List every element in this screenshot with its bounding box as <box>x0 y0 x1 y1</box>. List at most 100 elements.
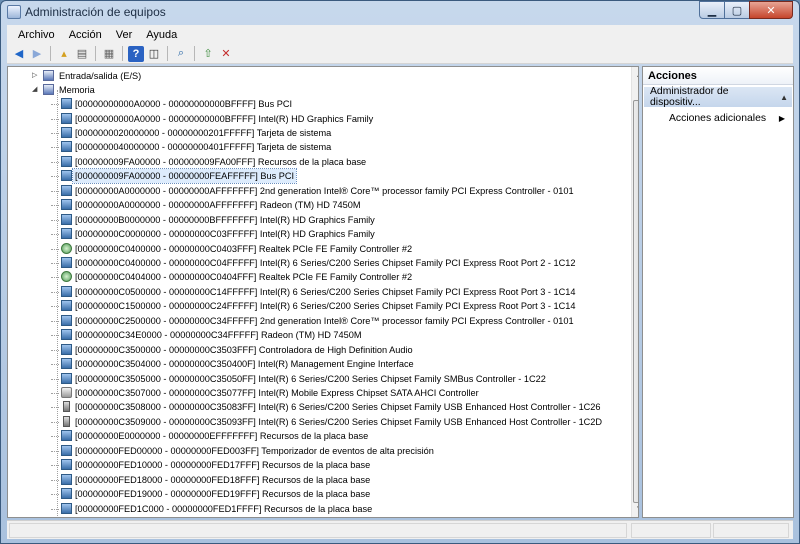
tree-branch-line <box>51 378 59 380</box>
memory-range: [00000000000A0000 - 00000000000BFFFF] <box>75 99 256 109</box>
menu-accion[interactable]: Acción <box>62 29 109 41</box>
tree-node-memory[interactable]: ◢ Memoria <box>8 83 626 97</box>
memory-range: [00000000A0000000 - 00000000AFFFFFFF] <box>75 185 258 196</box>
memory-icon <box>43 84 54 95</box>
device-name: Intel(R) HD Graphics Family <box>258 113 374 124</box>
device-row[interactable]: [00000000C0400000 - 00000000C04FFFFF] In… <box>8 256 626 270</box>
device-row[interactable]: [00000000FED18000 - 00000000FED18FFF] Re… <box>8 473 626 487</box>
tree-branch-line <box>51 335 59 337</box>
uninstall-icon[interactable]: ✕ <box>218 46 234 62</box>
device-row[interactable]: [00000000C0400000 - 00000000C0403FFF] Re… <box>8 242 626 256</box>
device-row[interactable]: [00000000A0000000 - 00000000AFFFFFFF] 2n… <box>8 184 626 198</box>
device-row[interactable]: [00000000C3509000 - 00000000C35093FF] In… <box>8 415 626 429</box>
menu-ver[interactable]: Ver <box>109 29 140 41</box>
memory-range: [00000000FED18000 - 00000000FED18FFF] <box>75 474 260 485</box>
menu-archivo[interactable]: Archivo <box>11 29 62 41</box>
tree-branch-line <box>51 291 59 293</box>
device-row[interactable]: [00000000000A0000 - 00000000000BFFFF] In… <box>8 112 626 126</box>
maximize-button[interactable]: ▢ <box>724 1 750 19</box>
device-row-label: [00000000C3505000 - 00000000C35050FF] In… <box>75 372 546 386</box>
collapse-arrow-icon[interactable]: ◢ <box>32 86 40 94</box>
memory-range: [00000000C0000000 - 00000000C03FFFFF] <box>75 229 258 239</box>
device-name: Radeon (TM) HD 7450M <box>259 200 361 211</box>
device-row[interactable]: [00000000FED00000 - 00000000FED003FF] Te… <box>8 444 626 458</box>
actions-section-device-manager[interactable]: Administrador de dispositiv... ▲ <box>644 86 792 108</box>
device-row-label: [00000000C0000000 - 00000000C03FFFFF] In… <box>75 227 375 241</box>
tree-branch-line <box>51 132 59 134</box>
computer-management-icon <box>7 5 21 19</box>
device-row[interactable]: [00000000C2500000 - 00000000C34FFFFF] 2n… <box>8 314 626 328</box>
up-folder-icon[interactable]: ▴ <box>56 46 72 62</box>
title-bar[interactable]: Administración de equipos ▁ ▢ ✕ <box>1 1 799 24</box>
device-row[interactable]: [00000000C3504000 - 00000000C350400F] In… <box>8 357 626 371</box>
device-name: Tarjeta de sistema <box>256 142 332 153</box>
tree-branch-line <box>51 262 59 264</box>
forward-arrow-icon[interactable]: ▶ <box>29 46 45 62</box>
tree-branch-line <box>51 436 59 438</box>
help-icon[interactable]: ? <box>128 45 144 62</box>
device-row[interactable]: [00000000A0000000 - 00000000AFFFFFFF] Ra… <box>8 198 626 212</box>
expand-arrow-icon[interactable]: ▷ <box>32 72 40 80</box>
device-row[interactable]: [00000000C3500000 - 00000000C3503FFF] Co… <box>8 343 626 357</box>
device-row[interactable]: [00000000C1500000 - 00000000C24FFFFF] In… <box>8 299 626 313</box>
device-row[interactable]: [00000000FED1C000 - 00000000FED1FFFF] Re… <box>8 502 626 516</box>
device-row[interactable]: [00000000B0000000 - 00000000BFFFFFFF] In… <box>8 213 626 227</box>
device-row[interactable]: [00000000FED10000 - 00000000FED17FFF] Re… <box>8 458 626 472</box>
back-arrow-icon[interactable]: ◀ <box>11 46 27 62</box>
properties-icon[interactable]: ▦ <box>101 46 117 62</box>
pci-device-icon <box>61 98 72 109</box>
scroll-down-arrow-icon[interactable]: ▼ <box>632 501 638 517</box>
device-row[interactable]: [00000000C3508000 - 00000000C35083FF] In… <box>8 400 626 414</box>
device-name: Intel(R) Mobile Express Chipset SATA AHC… <box>258 388 479 398</box>
device-row-label: [00000000FED00000 - 00000000FED003FF] Te… <box>75 444 434 458</box>
memory-range: [00000000C3507000 - 00000000C35077FF] <box>75 388 256 398</box>
vertical-scrollbar[interactable]: ▲ ▼ <box>631 67 638 517</box>
toolbar: ◀ ▶ ▴ ▤ ▦ ? ◫ ⌕ ⇧ ✕ <box>7 44 793 64</box>
scan-hardware-icon[interactable]: ⌕ <box>173 46 189 62</box>
memory-range: [0000000020000000 - 00000000201FFFFF] <box>75 127 255 138</box>
minimize-button[interactable]: ▁ <box>699 1 725 19</box>
device-row-label: [000000009FA00000 - 000000009FA00FFF] Re… <box>75 155 366 169</box>
toolbar-separator <box>50 46 51 61</box>
device-row[interactable]: [00000000C0500000 - 00000000C14FFFFF] In… <box>8 285 626 299</box>
device-row[interactable]: [000000009FA00000 - 00000000FEAFFFFF] Bu… <box>8 168 626 185</box>
device-row[interactable]: [00000000000A0000 - 00000000000BFFFF] Bu… <box>8 97 626 111</box>
tree-branch-line <box>51 190 59 192</box>
status-bar <box>7 520 793 539</box>
device-row[interactable]: [00000000C0000000 - 00000000C03FFFFF] In… <box>8 227 626 241</box>
close-button[interactable]: ✕ <box>749 1 793 19</box>
tree-node-io[interactable]: ▷ Entrada/salida (E/S) <box>8 69 626 83</box>
device-row-label: [00000000FED18000 - 00000000FED18FFF] Re… <box>75 473 370 487</box>
actions-header: Acciones <box>643 67 793 85</box>
scroll-thumb[interactable] <box>633 100 638 503</box>
collapse-arrow-icon[interactable]: ▲ <box>780 93 788 102</box>
device-row-label: [00000000C0400000 - 00000000C0403FFF] Re… <box>75 242 412 256</box>
device-row[interactable]: [00000000C3505000 - 00000000C35050FF] In… <box>8 372 626 386</box>
scroll-up-arrow-icon[interactable]: ▲ <box>632 67 638 83</box>
display-adapter-icon <box>61 199 72 211</box>
update-driver-icon[interactable]: ⇧ <box>200 46 216 62</box>
show-hide-icon[interactable]: ◫ <box>146 46 162 62</box>
device-name: Recursos de la placa base <box>261 474 371 485</box>
actions-pane: Acciones Administrador de dispositiv... … <box>642 66 794 518</box>
device-row[interactable]: [00000000C3507000 - 00000000C35077FF] In… <box>8 386 626 400</box>
device-row-label: [00000000C2500000 - 00000000C34FFFFF] 2n… <box>75 314 574 328</box>
device-name: Intel(R) Management Engine Interface <box>257 359 414 370</box>
tree-branch-line <box>51 364 59 366</box>
actions-more-item[interactable]: Acciones adicionales ▶ <box>643 109 793 127</box>
menu-ayuda[interactable]: Ayuda <box>139 29 184 41</box>
device-row-label: [00000000A0000000 - 00000000AFFFFFFF] Ra… <box>75 198 361 212</box>
device-row[interactable]: [0000000040000000 - 00000000401FFFFF] Ta… <box>8 140 626 154</box>
console-tree-icon[interactable]: ▤ <box>74 46 90 62</box>
device-row[interactable]: [0000000020000000 - 00000000201FFFFF] Ta… <box>8 126 626 140</box>
tree-branch-line <box>51 306 59 308</box>
tree-branch-line <box>51 320 59 322</box>
device-row[interactable]: [00000000C0404000 - 00000000C0404FFF] Re… <box>8 270 626 284</box>
device-row[interactable]: [00000000C34E0000 - 00000000C34FFFFF] Ra… <box>8 328 626 342</box>
toolbar-separator <box>167 46 168 61</box>
device-row[interactable]: [00000000FED19000 - 00000000FED19FFF] Re… <box>8 487 626 501</box>
device-row[interactable]: [000000009FA00000 - 000000009FA00FFF] Re… <box>8 155 626 169</box>
device-row[interactable]: [00000000E0000000 - 00000000EFFFFFFF] Re… <box>8 429 626 443</box>
device-name: 2nd generation Intel® Core™ processor fa… <box>259 315 574 326</box>
device-tree[interactable]: ▷ Entrada/salida (E/S) ◢ Memoria [000000… <box>7 66 639 518</box>
